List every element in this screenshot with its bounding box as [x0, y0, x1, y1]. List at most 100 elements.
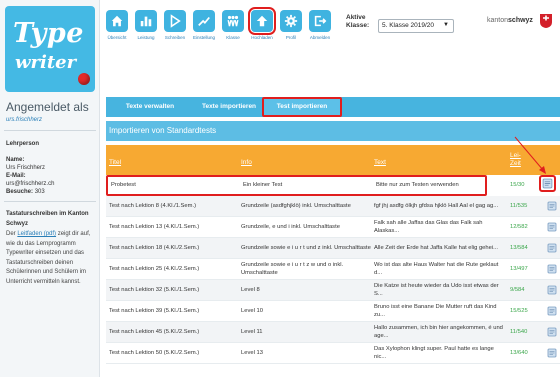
- row-title: Test nach Lektion 13 (4.Kl./1.Sem.): [109, 224, 200, 230]
- row-zeit: 13/497: [510, 266, 528, 272]
- table-row[interactable]: Test nach Lektion 45 (5.Kl./2.Sem.) Leve…: [106, 322, 560, 343]
- table-row[interactable]: Test nach Lektion 18 (4.Kl./2.Sem.) Grun…: [106, 238, 560, 259]
- table-header: Titel Info Text Lei- Zeit: [106, 145, 560, 175]
- logo-type-text: Type: [13, 18, 84, 49]
- brand-left: kanton: [487, 17, 509, 24]
- bar-chart-icon: [135, 10, 157, 32]
- kanton-schwyz-logo: kantonschwyz: [487, 17, 533, 24]
- column-header-title[interactable]: Titel: [109, 159, 121, 166]
- row-text: Alle Zeit der Erde hat Jaffa Kalle hat e…: [374, 245, 498, 251]
- toolbar-button-einstellung[interactable]: Einstellung: [191, 10, 217, 52]
- tab-bar: Texte verwalten Texte importieren Test i…: [106, 97, 560, 117]
- name-label-text: Name:: [6, 157, 25, 163]
- class-select[interactable]: 5. Klasse 2019/20 ▼: [378, 19, 454, 33]
- play-icon: [164, 10, 186, 32]
- row-zeit: 15/525: [510, 308, 528, 314]
- table-row[interactable]: Probetest Ein kleiner Test Bitte nur zum…: [106, 175, 487, 196]
- toolbar-button-schreiben[interactable]: Schreiben: [162, 10, 188, 52]
- import-button[interactable]: [545, 196, 559, 216]
- role-label: Lehrperson: [6, 141, 40, 147]
- email-label: E-Mail:: [6, 173, 26, 179]
- column-header-info[interactable]: Info: [241, 159, 252, 166]
- panel-heading: Importieren von Standardtests: [106, 121, 560, 141]
- name-value: Urs Frischherz: [6, 165, 46, 171]
- info-title: Tastaturschreiben im Kanton Schwyz: [6, 211, 89, 227]
- brand-right: schwyz: [508, 17, 533, 24]
- typewriter-logo[interactable]: Type writer: [5, 6, 95, 92]
- row-title: Probetest: [111, 182, 136, 188]
- row-title: Test nach Lektion 25 (4.Kl./2.Sem.): [109, 266, 200, 272]
- table-row[interactable]: Test nach Lektion 25 (4.Kl./2.Sem.) Grun…: [106, 259, 560, 280]
- toolbar-button-klasse[interactable]: Klasse: [220, 10, 246, 52]
- column-header-zeit[interactable]: Lei- Zeit: [510, 152, 521, 168]
- toolbar-button-leistung[interactable]: Leistung: [133, 10, 159, 52]
- table-row[interactable]: Test nach Lektion 50 (5.Kl./2.Sem.) Leve…: [106, 343, 560, 364]
- table-row[interactable]: Test nach Lektion 32 (5.Kl./1.Sem.) Leve…: [106, 280, 560, 301]
- document-import-icon: [547, 285, 557, 295]
- login-title: Angemeldet als: [6, 100, 89, 114]
- row-title: Test nach Lektion 8 (4.Kl./1.Sem.): [109, 203, 196, 209]
- document-import-icon: [547, 306, 557, 316]
- row-text: Wo ist das alte Haus Walter hat die Rute…: [374, 262, 499, 276]
- row-title: Test nach Lektion 32 (5.Kl./1.Sem.): [109, 287, 200, 293]
- info-text-pre: Der: [6, 231, 18, 237]
- trend-icon: [193, 10, 215, 32]
- table-row[interactable]: Test nach Lektion 8 (4.Kl./1.Sem.) Grund…: [106, 196, 560, 217]
- row-text: Die Katze ist heute wieder da Udo isst e…: [374, 283, 499, 297]
- logo-writer-text: writer: [15, 52, 77, 73]
- import-button[interactable]: [545, 322, 559, 342]
- column-header-text[interactable]: Text: [374, 159, 386, 166]
- row-info: Level 11: [241, 329, 263, 335]
- tests-table-body: Probetest Ein kleiner Test Bitte nur zum…: [106, 175, 560, 364]
- document-import-icon: [547, 264, 557, 274]
- logout-icon: [309, 10, 331, 32]
- column-header-zeit-line1: Lei-: [510, 152, 521, 159]
- tab-texte-importieren[interactable]: Texte importieren: [188, 97, 270, 117]
- toolbar-button-hochladen[interactable]: Hochladen: [248, 7, 276, 52]
- row-text: Bitte nur zum Testen verwenden: [376, 182, 459, 188]
- info-text-post: zeigt dir auf, wie du das Lernprogramm T…: [6, 231, 91, 285]
- table-row[interactable]: Test nach Lektion 39 (5.Kl./1.Sem.) Leve…: [106, 301, 560, 322]
- row-zeit: 11/535: [510, 203, 528, 209]
- row-info: Grundzeile sowie e i u r t z w und o ink…: [241, 262, 344, 276]
- import-button[interactable]: [545, 343, 559, 363]
- active-class-label-line2: Klasse:: [346, 22, 370, 29]
- chevron-down-icon: ▼: [443, 22, 449, 28]
- active-class-label-line1: Aktive: [346, 14, 366, 21]
- import-button[interactable]: [545, 301, 559, 321]
- row-title: Test nach Lektion 18 (4.Kl./2.Sem.): [109, 245, 200, 251]
- row-text: Falk sah alle Jaffas das Glas das Falk s…: [374, 220, 483, 234]
- document-import-icon: [542, 178, 553, 189]
- table-row[interactable]: Test nach Lektion 13 (4.Kl./1.Sem.) Grun…: [106, 217, 560, 238]
- tab-test-importieren[interactable]: Test importieren: [262, 97, 342, 117]
- name-label: Name:: [6, 157, 24, 163]
- visits-row: Besuche: 303: [6, 189, 45, 195]
- document-import-icon: [547, 327, 557, 337]
- row-zeit: 15/30: [510, 182, 525, 188]
- row-info: Ein kleiner Test: [243, 182, 283, 188]
- row-text: fgf jhj asdfg ölkjh gfdsa hjklö Hall Aal…: [374, 203, 499, 209]
- email-value: urs@frischherz.ch: [6, 181, 55, 187]
- home-icon: [106, 10, 128, 32]
- schwyz-flag-icon: [540, 14, 552, 28]
- row-zeit: 11/540: [510, 329, 528, 335]
- row-text: Das Xylophon klingt super. Paul hatte es…: [374, 346, 494, 360]
- class-select-value: 5. Klasse 2019/20: [382, 22, 435, 29]
- import-button[interactable]: [545, 217, 559, 237]
- import-button[interactable]: [545, 280, 559, 300]
- logo-red-dot-icon: [78, 73, 90, 85]
- toolbar-button-profil[interactable]: Profil: [278, 10, 304, 52]
- import-button[interactable]: [545, 238, 559, 258]
- row-title: Test nach Lektion 39 (5.Kl./1.Sem.): [109, 308, 200, 314]
- toolbar-button-uebersicht[interactable]: Übersicht: [104, 10, 130, 52]
- import-button[interactable]: [545, 259, 559, 279]
- sidebar-divider: [4, 130, 96, 131]
- row-info: Grundzeile sowie e i u r t und z inkl. U…: [241, 245, 371, 251]
- toolbar-button-abmelden[interactable]: Abmelden: [307, 10, 333, 52]
- tab-texte-verwalten[interactable]: Texte verwalten: [112, 97, 188, 117]
- import-probetest-button[interactable]: [539, 175, 556, 192]
- row-zeit: 13/640: [510, 350, 528, 356]
- sidebar: Type writer Angemeldet als urs.frischher…: [0, 0, 100, 377]
- leitfaden-link[interactable]: Leitfaden (pdf): [17, 231, 56, 237]
- email-label-text: E-Mail:: [6, 173, 26, 179]
